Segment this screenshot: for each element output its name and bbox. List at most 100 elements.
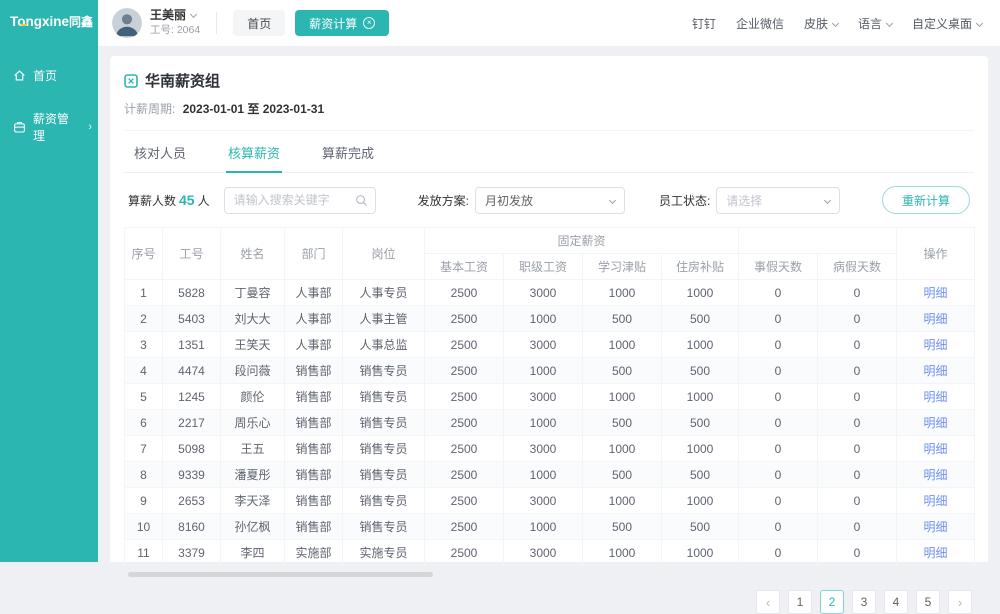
detail-link[interactable]: 明细	[924, 520, 948, 534]
table-cell: 2500	[425, 410, 504, 436]
horizontal-scrollbar[interactable]	[128, 572, 433, 577]
table-cell: 王五	[221, 436, 285, 462]
table-row: 92653李天泽销售部销售专员250030001000100000明细	[125, 488, 975, 514]
pagination-prev-button[interactable]: ‹	[756, 590, 780, 614]
status-select[interactable]: 请选择	[716, 187, 840, 214]
table-row: 31351王笑天人事部人事总监250030001000100000明细	[125, 332, 975, 358]
col-department: 部门	[285, 228, 343, 280]
chevron-down-icon	[609, 196, 616, 203]
table-cell: 1000	[504, 514, 583, 540]
table-cell: 潘夏彤	[221, 462, 285, 488]
pagination-page-button[interactable]: 4	[884, 590, 908, 614]
menu-item-custom-desktop[interactable]: 自定义桌面	[912, 15, 982, 32]
table-cell: 0	[739, 488, 818, 514]
table-cell: 500	[583, 358, 662, 384]
table-cell-action: 明细	[897, 358, 975, 384]
table-cell: 刘大大	[221, 306, 285, 332]
table-cell: 1000	[583, 488, 662, 514]
table-cell: 销售部	[285, 384, 343, 410]
detail-link[interactable]: 明细	[924, 468, 948, 482]
detail-link[interactable]: 明细	[924, 416, 948, 430]
detail-link[interactable]: 明细	[924, 390, 948, 404]
table-cell: 销售部	[285, 410, 343, 436]
table-cell: 销售部	[285, 514, 343, 540]
table-cell: 500	[583, 462, 662, 488]
table-cell: 2217	[163, 410, 221, 436]
pagination-page-button[interactable]: 2	[820, 590, 844, 614]
avatar[interactable]	[112, 8, 142, 38]
pagination: ‹ 12345 ›	[124, 590, 974, 614]
table-cell-action: 明细	[897, 514, 975, 540]
table-cell: 李天泽	[221, 488, 285, 514]
table-cell: 1000	[662, 488, 739, 514]
table-cell: 1245	[163, 384, 221, 410]
home-icon	[13, 69, 26, 82]
table-row: 89339潘夏彤销售部销售专员2500100050050000明细	[125, 462, 975, 488]
sidebar-item-salary-management[interactable]: 薪资管理 ›	[0, 97, 98, 157]
salary-table: 序号 工号 姓名 部门 岗位 固定薪资 操作 基本工资 职级工资 学习津贴 住房…	[124, 227, 975, 566]
user-block[interactable]: 王美丽 工号: 2064	[150, 8, 200, 37]
table-cell: 1000	[504, 410, 583, 436]
detail-link[interactable]: 明细	[924, 338, 948, 352]
table-cell: 2653	[163, 488, 221, 514]
detail-link[interactable]: 明细	[924, 546, 948, 560]
table-cell: 5403	[163, 306, 221, 332]
close-icon[interactable]: ×	[363, 17, 375, 29]
table-cell: 0	[818, 384, 897, 410]
detail-link[interactable]: 明细	[924, 286, 948, 300]
count-label: 算薪人数	[128, 192, 176, 209]
table-cell: 0	[818, 280, 897, 306]
search-icon[interactable]	[355, 194, 368, 207]
user-employee-no: 工号: 2064	[150, 24, 200, 37]
table-cell: 4	[125, 358, 163, 384]
table-cell: 人事部	[285, 306, 343, 332]
table-cell: 2	[125, 306, 163, 332]
table-cell: 0	[818, 358, 897, 384]
table-cell: 1000	[583, 384, 662, 410]
status-label: 员工状态:	[659, 192, 710, 209]
table-cell: 颜伦	[221, 384, 285, 410]
detail-link[interactable]: 明细	[924, 494, 948, 508]
menu-item-wecom[interactable]: 企业微信	[736, 15, 784, 32]
pagination-next-button[interactable]: ›	[948, 590, 972, 614]
detail-link[interactable]: 明细	[924, 312, 948, 326]
menu-item-dingtalk[interactable]: 钉钉	[692, 15, 716, 32]
table-cell-action: 明细	[897, 436, 975, 462]
table-cell: 人事部	[285, 280, 343, 306]
plan-label: 发放方案:	[418, 192, 469, 209]
filter-row: 算薪人数 45 人 发放方案: 月初发放 员工状态: 请选择 重新计算	[124, 173, 974, 225]
table-cell: 2500	[425, 358, 504, 384]
plan-select[interactable]: 月初发放	[475, 187, 625, 214]
pagination-page-button[interactable]: 5	[916, 590, 940, 614]
table-cell: 2500	[425, 306, 504, 332]
tab-check-personnel[interactable]: 核对人员	[132, 131, 188, 172]
chevron-right-icon: ›	[88, 122, 92, 133]
sidebar-item-home[interactable]: 首页	[0, 54, 98, 97]
user-name: 王美丽	[150, 8, 200, 23]
menu-item-skin[interactable]: 皮肤	[804, 15, 838, 32]
table-cell: 500	[662, 514, 739, 540]
salary-management-icon	[13, 121, 26, 134]
table-cell: 销售专员	[343, 410, 425, 436]
table-cell: 3000	[504, 436, 583, 462]
recalculate-button[interactable]: 重新计算	[882, 186, 970, 214]
table-cell: 王笑天	[221, 332, 285, 358]
count-value: 45	[179, 192, 195, 208]
search-input[interactable]	[224, 187, 376, 214]
topbar-tab-home[interactable]: 首页	[233, 10, 285, 36]
tab-calc-complete[interactable]: 算薪完成	[320, 131, 376, 172]
menu-item-language[interactable]: 语言	[858, 15, 892, 32]
table-cell: 2500	[425, 488, 504, 514]
detail-link[interactable]: 明细	[924, 364, 948, 378]
table-cell: 1000	[662, 280, 739, 306]
sidebar-nav: 首页 薪资管理 ›	[0, 54, 98, 157]
topbar-tab-salary-calc[interactable]: 薪资计算 ×	[295, 10, 389, 36]
table-cell-action: 明细	[897, 332, 975, 358]
table-cell: 销售专员	[343, 488, 425, 514]
detail-link[interactable]: 明细	[924, 442, 948, 456]
col-position: 岗位	[343, 228, 425, 280]
pagination-page-button[interactable]: 1	[788, 590, 812, 614]
tab-calculate-salary[interactable]: 核算薪资	[226, 131, 282, 172]
table-cell: 1000	[504, 462, 583, 488]
pagination-page-button[interactable]: 3	[852, 590, 876, 614]
